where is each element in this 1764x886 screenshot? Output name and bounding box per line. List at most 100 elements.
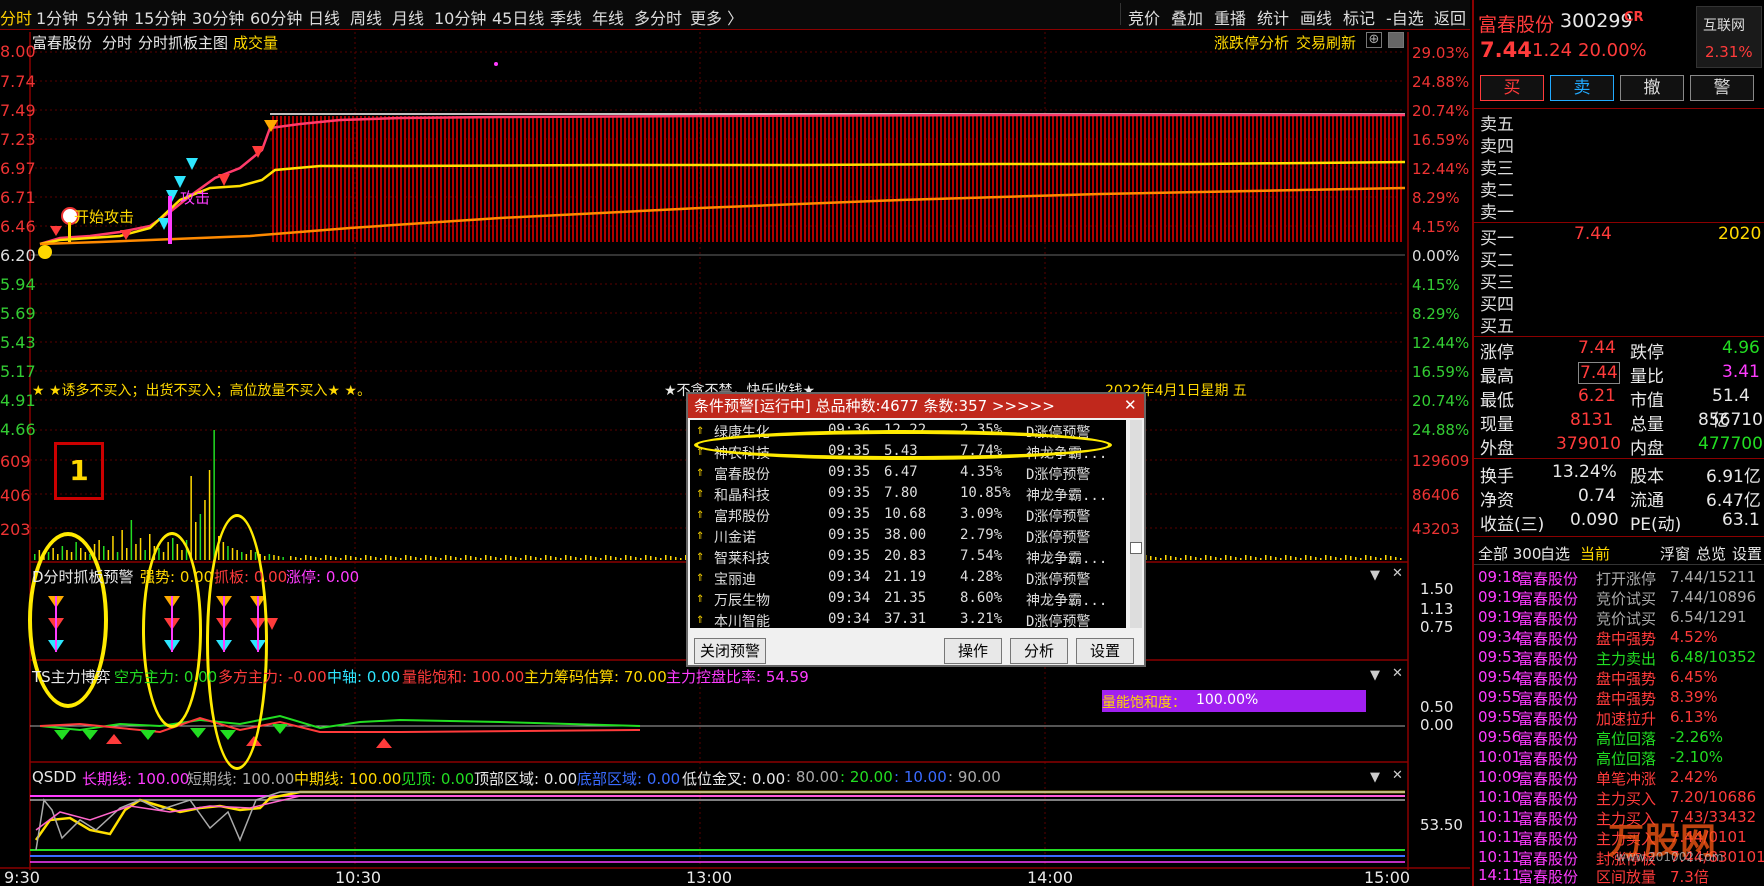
stat-value: 6.91亿 — [1706, 467, 1761, 487]
feed-row[interactable]: 09:18 富春股份 打开涨停 7.44/15211 — [1474, 568, 1764, 589]
stat-value: 63.1 — [1722, 510, 1760, 530]
feed-row[interactable]: 09:19 富春股份 竞价试买 7.44/10896 — [1474, 588, 1764, 609]
feed-row[interactable]: 10:01 富春股份 高位回落 -2.10% — [1474, 748, 1764, 769]
feed-settings-button[interactable]: 设置 — [1732, 543, 1762, 564]
strategy-slogan: ★ ★诱多不买入；出货不买入；高位放量不买入★ ★。 — [32, 383, 372, 399]
time-tick: 15:00 — [1364, 868, 1411, 886]
feed-row[interactable]: 10:09 富春股份 单笔冲涨 2.42% — [1474, 768, 1764, 789]
up-arrow-icon: ⇑ — [696, 527, 705, 543]
up-arrow-icon: ⇑ — [696, 611, 705, 627]
stat-value: 6.21 — [1578, 386, 1616, 406]
panel-close-icon[interactable]: ✕ — [1392, 666, 1403, 681]
panel3-lowcross: 低位金叉: 0.00 — [682, 770, 786, 788]
feed-row[interactable]: 09:56 富春股份 高位回落 -2.26% — [1474, 728, 1764, 749]
stat-label: 现量 — [1480, 415, 1514, 435]
feed-row[interactable]: 09:55 富春股份 盘中强势 8.39% — [1474, 688, 1764, 709]
alert-row[interactable]: ⇑ 万辰生物 09:34 21.35 8.60% 神龙争霸... — [690, 588, 1126, 609]
panel-dropdown-icon[interactable]: ▼ — [1370, 770, 1380, 785]
close-alert-button[interactable]: 关闭预警 — [694, 638, 766, 664]
panel2-control: 主力控盘比率: 54.59 — [666, 668, 809, 686]
panel3-topzone: 顶部区域: 0.00 — [474, 770, 578, 788]
feed-row[interactable]: 09:19 富春股份 竞价试买 6.54/1291 — [1474, 608, 1764, 629]
feed-overview-button[interactable]: 总览 — [1696, 543, 1726, 564]
trade-refresh-link[interactable]: 交易刷新 — [1296, 32, 1356, 53]
sector-box[interactable]: 互联网 2.31% — [1696, 6, 1762, 68]
panel1-tick: 1.50 — [1420, 580, 1454, 598]
sell-button[interactable]: 卖 — [1550, 75, 1614, 101]
stat-label: 量比 — [1630, 367, 1664, 387]
chart-mode: 分时 — [102, 34, 133, 52]
panel1-tick: 0.75 — [1420, 618, 1454, 636]
alert-row[interactable]: ⇑ 智莱科技 09:35 20.83 7.54% 神龙争霸... — [690, 546, 1126, 567]
qsdd-lines — [30, 790, 1405, 863]
up-arrow-icon: ⇑ — [696, 548, 705, 564]
panel-close-icon[interactable]: ✕ — [1392, 768, 1403, 783]
panel3-name[interactable]: QSDD — [32, 768, 76, 786]
panel2-name[interactable]: TS主力博弈 — [32, 666, 111, 687]
price-tick: 6.20 — [0, 246, 36, 265]
highlight-ellipse — [142, 532, 202, 728]
saturation-bar: 量能饱和度： 100.00% — [1102, 690, 1366, 712]
settings-button[interactable]: 设置 — [1076, 638, 1134, 664]
cancel-order-button[interactable]: 撤 — [1620, 75, 1684, 101]
feed-row[interactable]: 09:53 富春股份 主力卖出 6.48/10352 — [1474, 648, 1764, 669]
alert-row[interactable]: ⇑ 富春股份 09:35 6.47 4.35% D涨停预警 — [690, 462, 1126, 483]
alert-close-icon[interactable]: ✕ — [1124, 396, 1137, 414]
price-tick: 6.97 — [0, 159, 36, 178]
alert-row[interactable]: ⇑ 和晶科技 09:35 7.80 10.85% 神龙争霸... — [690, 483, 1126, 504]
pct-tick: 12.44% — [1412, 334, 1470, 352]
stat-label: 股本 — [1630, 467, 1664, 487]
alert-title[interactable]: 条件预警[运行中] 总品种数:4677 条数:357 >>>>> — [688, 394, 1144, 418]
price-tick: 6.46 — [0, 217, 36, 236]
feed-float-button[interactable]: 浮窗 — [1660, 543, 1690, 564]
stock-tag: CR — [1624, 10, 1644, 25]
feed-tab-current[interactable]: 当前 — [1580, 543, 1610, 564]
feed-row[interactable]: 09:55 富春股份 加速拉升 6.13% — [1474, 708, 1764, 729]
quote-panel: 富春股份 300299 CR 互联网 2.31% 7.44 1.24 20.00… — [1472, 0, 1764, 886]
pct-tick: 12.44% — [1412, 160, 1470, 178]
pct-tick: 24.88% — [1412, 421, 1470, 439]
feed-row[interactable]: 09:34 富春股份 盘中强势 4.52% — [1474, 628, 1764, 649]
stat-value: 0.090 — [1570, 510, 1619, 530]
stat-label: PE(动) — [1630, 515, 1682, 535]
analyze-button[interactable]: 分析 — [1010, 638, 1068, 664]
feed-tab-all[interactable]: 全部 300 — [1478, 543, 1541, 564]
feed-row[interactable]: 14:11 富春股份 区间放量 7.3倍 — [1474, 866, 1764, 886]
alert-scroll-thumb[interactable] — [1130, 542, 1142, 554]
alert-button[interactable]: 警 — [1690, 75, 1754, 101]
scroll-icon[interactable] — [1388, 32, 1404, 48]
feed-row[interactable]: 10:10 富春股份 主力买入 7.20/10686 — [1474, 788, 1764, 809]
stat-label: 流通 — [1630, 491, 1664, 511]
chart-template[interactable]: 分时抓板主图 — [138, 32, 228, 53]
panel-dropdown-icon[interactable]: ▼ — [1370, 568, 1380, 583]
feed-tab-watchlist[interactable]: 自选 — [1540, 543, 1570, 564]
alert-row[interactable]: ⇑ 川金诺 09:35 38.00 2.79% D涨停预警 — [690, 525, 1126, 546]
chart-indicator[interactable]: 成交量 — [233, 32, 278, 53]
divider — [1474, 458, 1764, 459]
alert-row[interactable]: ⇑ 本川智能 09:34 37.31 3.21% D涨停预警 — [690, 609, 1126, 628]
panel1-name[interactable]: D分时抓板预警 — [32, 566, 134, 587]
panel1-strength: 强势: 0.00 — [140, 568, 214, 586]
bid-level-5: 买五 — [1480, 317, 1514, 337]
saturation-label: 量能饱和度： — [1102, 695, 1186, 711]
expand-icon[interactable]: ⊕ — [1366, 32, 1382, 48]
panel-dropdown-icon[interactable]: ▼ — [1370, 668, 1380, 683]
panel-close-icon[interactable]: ✕ — [1392, 566, 1403, 581]
panel3-v80: : 80.00 — [786, 768, 839, 786]
panel3-v20: : 20.00 — [840, 768, 893, 786]
panel3-midline: 中期线: 100.00 — [294, 770, 402, 788]
ask-level-1: 卖一 — [1480, 203, 1514, 223]
stat-label: 最高 — [1480, 367, 1514, 387]
condition-alert-dialog[interactable]: 条件预警[运行中] 总品种数:4677 条数:357 >>>>> ✕ ⇑ 绿康生化… — [686, 392, 1146, 667]
buy-button[interactable]: 买 — [1480, 75, 1544, 101]
alert-scrollbar[interactable] — [1130, 420, 1142, 628]
operate-button[interactable]: 操作 — [944, 638, 1002, 664]
volume-tick: 86406 — [1412, 486, 1460, 504]
limit-analysis-link[interactable]: 涨跌停分析 — [1214, 32, 1289, 53]
panel3-tick: 53.50 — [1420, 816, 1463, 834]
panel3-v90: : 90.00 — [948, 768, 1001, 786]
alert-row[interactable]: ⇑ 宝丽迪 09:34 21.19 4.28% D涨停预警 — [690, 567, 1126, 588]
annotation-box-1: 1 — [54, 442, 104, 500]
feed-row[interactable]: 09:54 富春股份 盘中强势 6.45% — [1474, 668, 1764, 689]
alert-row[interactable]: ⇑ 富邦股份 09:35 10.68 3.09% D涨停预警 — [690, 504, 1126, 525]
